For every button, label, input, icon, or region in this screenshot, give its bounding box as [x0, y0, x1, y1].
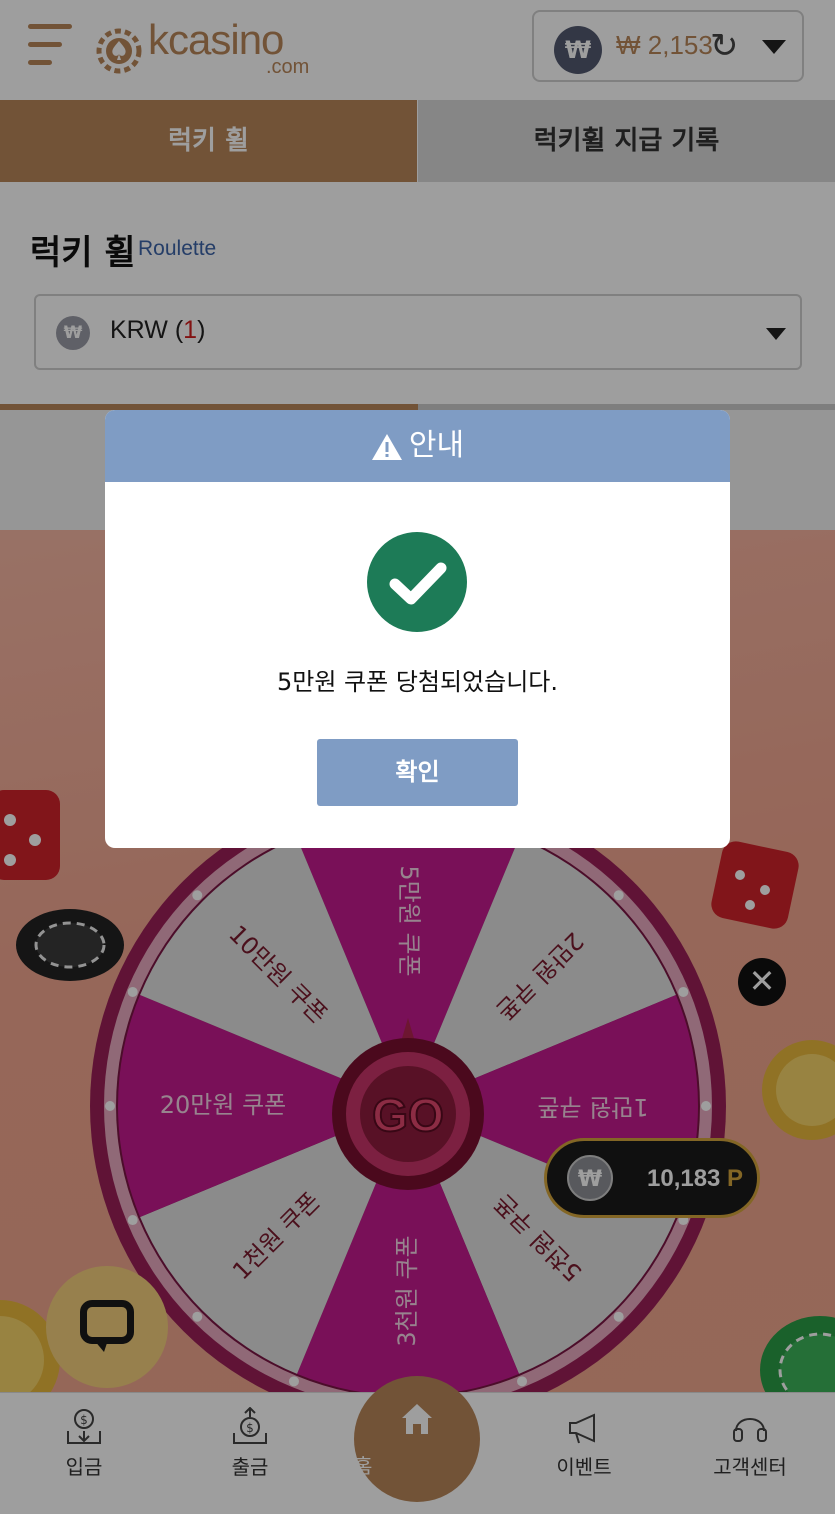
dialog-message: 5만원 쿠폰 당첨되었습니다. [276, 668, 559, 696]
confirm-button[interactable]: 확인 [317, 739, 518, 806]
notice-dialog: 안내 5만원 쿠폰 당첨되었습니다. 확인 [105, 410, 730, 848]
check-circle-icon [367, 532, 467, 632]
warning-icon [371, 433, 402, 460]
dialog-title: 안내 [408, 428, 465, 463]
dialog-header: 안내 [105, 410, 730, 482]
